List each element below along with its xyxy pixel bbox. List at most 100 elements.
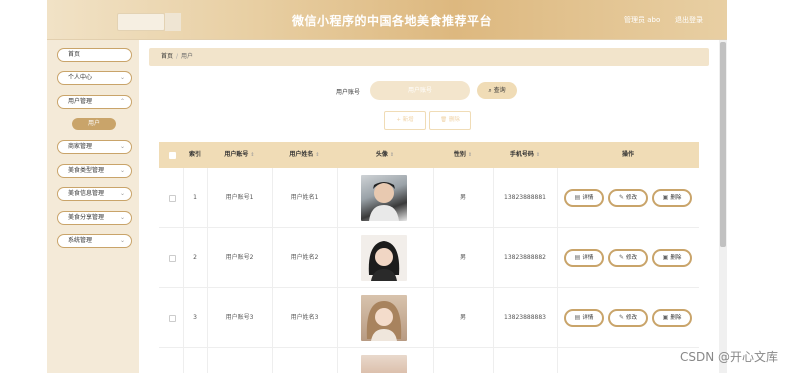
chevron-down-icon: ⌄ — [119, 237, 125, 244]
row-checkbox[interactable] — [169, 195, 176, 202]
chevron-down-icon: ⌄ — [119, 143, 125, 150]
sidebar-subitem-user[interactable]: 用户 — [72, 118, 116, 130]
sidebar-item-food-share-management[interactable]: 美食分享管理 ⌄ — [57, 211, 132, 225]
select-all-checkbox[interactable] — [169, 152, 176, 159]
breadcrumb: 首页 / 用户 — [149, 48, 709, 66]
batch-delete-label: 删除 — [448, 117, 460, 123]
sort-icon: ⇕ — [250, 152, 255, 158]
logout-link[interactable]: 退出登录 — [675, 15, 703, 25]
delete-button[interactable]: ▣ 删除 — [652, 249, 692, 267]
breadcrumb-home[interactable]: 首页 — [161, 53, 173, 60]
sidebar-item-label: 美食类型管理 — [68, 167, 105, 174]
detail-button[interactable]: ▤ 详情 — [564, 249, 604, 267]
detail-icon: ▤ — [574, 314, 581, 321]
trash-icon: 🗑 — [440, 117, 448, 123]
sidebar-item-label: 用户管理 — [68, 98, 93, 105]
sidebar-item-label: 首页 — [68, 51, 81, 58]
search-icon: ⌕ — [488, 87, 492, 94]
sidebar-item-merchant-management[interactable]: 商家管理 ⌄ — [57, 140, 132, 154]
scrollbar-thumb[interactable] — [720, 42, 726, 247]
app-title: 微信小程序的中国各地美食推荐平台 — [292, 14, 493, 28]
main-content: 首页/用户 用户账号 ⌕ 查询 + 新增 🗑 删除 索引 用户账号⇕ 用户姓名⇕… — [139, 40, 719, 373]
sort-icon: ⇕ — [389, 152, 395, 158]
breadcrumb-separator: / — [176, 53, 179, 60]
cell-index: 2 — [193, 254, 197, 261]
breadcrumb-current: 用户 — [181, 53, 194, 60]
sidebar-item-user-management[interactable]: 用户管理 ⌃ — [57, 95, 132, 109]
chevron-down-icon: ⌄ — [119, 190, 125, 197]
sidebar-item-label: 美食信息管理 — [68, 190, 105, 197]
sidebar-item-label: 个人中心 — [68, 74, 93, 81]
sidebar-item-food-type-management[interactable]: 美食类型管理 ⌄ — [57, 164, 132, 178]
header-gender[interactable]: 性别 ⇕ — [433, 142, 493, 168]
edit-icon: ✎ — [618, 254, 624, 261]
cell-gender: 男 — [459, 254, 466, 261]
trash-icon: ▣ — [662, 314, 669, 321]
chevron-down-icon: ⌄ — [119, 167, 125, 174]
cell-account: 用户账号2 — [225, 254, 254, 261]
avatar — [361, 235, 407, 281]
trash-icon: ▣ — [662, 194, 669, 201]
avatar — [361, 175, 407, 221]
row-checkbox[interactable] — [169, 315, 176, 322]
cell-name: 用户姓名3 — [290, 314, 319, 321]
table-row: 2 用户账号2 用户姓名2 男 13823888882 ▤ 详情 ✎ 修改 ▣ 删除 — [159, 228, 699, 288]
trash-icon: ▣ — [662, 254, 669, 261]
logo-placeholder — [117, 13, 165, 31]
table-row: 3 用户账号3 用户姓名3 男 13823888883 ▤ 详情 ✎ 修改 ▣ 删除 — [159, 288, 699, 348]
detail-button[interactable]: ▤ 详情 — [564, 189, 604, 207]
sidebar-item-profile[interactable]: 个人中心 ⌄ — [57, 71, 132, 85]
chevron-down-icon: ⌄ — [119, 214, 125, 221]
delete-button[interactable]: ▣ 删除 — [652, 189, 692, 207]
sidebar-item-home[interactable]: 首页 — [57, 48, 132, 62]
table-row: 1 用户账号1 用户姓名1 男 13823888881 ▤ 详情 ✎ 修改 ▣ 删除 — [159, 168, 699, 228]
cell-phone: 13823888883 — [504, 314, 546, 321]
header-index: 索引 — [188, 151, 201, 158]
table-row — [159, 348, 699, 373]
sort-icon: ⇕ — [467, 152, 473, 158]
row-checkbox[interactable] — [169, 255, 176, 262]
header-phone[interactable]: 手机号码 ⇕ — [493, 142, 557, 168]
edit-icon: ✎ — [618, 194, 624, 201]
delete-button[interactable]: ▣ 删除 — [652, 309, 692, 327]
watermark: CSDN @开心文库 — [680, 350, 779, 364]
search-label: 用户账号 — [336, 89, 361, 96]
search-button-label: 查询 — [493, 87, 506, 94]
batch-delete-button[interactable]: 🗑 删除 — [429, 111, 471, 130]
table-header: 索引 用户账号 ⇕ 用户姓名 ⇕ 头像 ⇕ 性别 ⇕ 手机号码 ⇕ 操作 — [159, 142, 699, 168]
header-name[interactable]: 用户姓名 ⇕ — [272, 142, 337, 168]
detail-icon: ▤ — [574, 254, 581, 261]
sidebar-item-food-info-management[interactable]: 美食信息管理 ⌄ — [57, 187, 132, 201]
edit-button[interactable]: ✎ 修改 — [608, 309, 648, 327]
add-button[interactable]: + 新增 — [384, 111, 426, 130]
sidebar-item-label: 商家管理 — [68, 143, 93, 150]
cell-account: 用户账号3 — [225, 314, 254, 321]
sidebar-item-label: 系统管理 — [68, 237, 93, 244]
chevron-up-icon: ⌃ — [119, 98, 125, 105]
logo-placeholder-2 — [165, 13, 181, 31]
cell-gender: 男 — [459, 194, 466, 201]
page: 微信小程序的中国各地美食推荐平台 管理员 abo 退出登录 首页 个人中心 ⌄ … — [0, 0, 808, 373]
user-info: 管理员 abo — [624, 16, 661, 24]
header-actions: 操作 — [621, 151, 634, 158]
detail-button[interactable]: ▤ 详情 — [564, 309, 604, 327]
cell-gender: 男 — [459, 314, 466, 321]
header-avatar[interactable]: 头像 ⇕ — [337, 142, 433, 168]
sidebar-item-system-management[interactable]: 系统管理 ⌄ — [57, 234, 132, 248]
edit-button[interactable]: ✎ 修改 — [608, 249, 648, 267]
avatar — [361, 295, 407, 341]
avatar — [361, 355, 407, 373]
cell-phone: 13823888881 — [504, 194, 546, 201]
search-button[interactable]: ⌕ 查询 — [477, 82, 517, 99]
cell-phone: 13823888882 — [504, 254, 546, 261]
sort-icon: ⇕ — [315, 152, 320, 158]
sidebar: 首页 个人中心 ⌄ 用户管理 ⌃ 用户 商家管理 ⌄ 美食类型管理 ⌄ 美食信息… — [47, 40, 139, 373]
top-header: 微信小程序的中国各地美食推荐平台 管理员 abo 退出登录 — [47, 0, 727, 40]
header-account[interactable]: 用户账号 ⇕ — [207, 142, 272, 168]
chevron-down-icon: ⌄ — [119, 74, 125, 81]
search-input[interactable] — [370, 81, 470, 100]
edit-button[interactable]: ✎ 修改 — [608, 189, 648, 207]
detail-icon: ▤ — [574, 194, 581, 201]
vertical-scrollbar[interactable] — [719, 40, 727, 373]
cell-index: 1 — [193, 194, 197, 201]
